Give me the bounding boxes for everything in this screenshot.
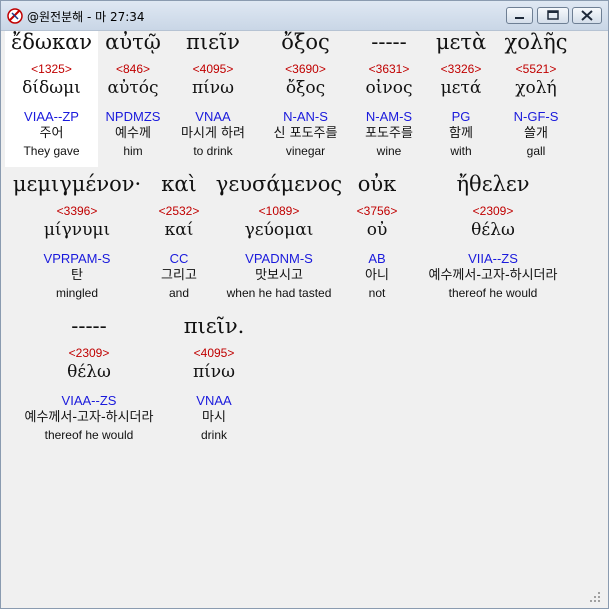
greek-word: γευσάμενος [215, 172, 343, 196]
lemma: μίγνυμι [43, 220, 111, 240]
parsing-code[interactable]: VIAA--ZP [5, 110, 98, 127]
korean-gloss: 탄 [71, 268, 83, 283]
english-gloss: mingled [55, 286, 99, 300]
korean-gloss: 쓸개 [524, 126, 548, 141]
word-block[interactable]: ----- <3631> οἰνος N-AM-S 포도주를 wine [353, 32, 425, 161]
korean-gloss: 신 포도주를 [273, 126, 338, 141]
greek-word: ἤθελεν [456, 172, 530, 196]
english-gloss: to drink [193, 144, 233, 158]
parsing-code[interactable]: VPADNM-S [209, 252, 349, 269]
word-block[interactable]: μετὰ <3326> μετά PG 함께 with [425, 32, 497, 161]
english-gloss: with [450, 144, 472, 158]
maximize-button[interactable] [537, 7, 569, 24]
english-gloss: thereof he would [44, 428, 134, 442]
english-gloss: when he had tasted [226, 286, 332, 300]
korean-gloss: 맛보시고 [255, 268, 303, 283]
parsing-code[interactable]: AB [349, 252, 405, 269]
english-gloss: and [168, 286, 190, 300]
korean-gloss: 마시 [202, 410, 226, 425]
word-block[interactable]: χολῆς <5521> χολή N-GF-S 쓸개 gall [497, 32, 575, 161]
english-gloss: drink [200, 428, 227, 442]
english-gloss: wine [376, 144, 402, 158]
parsing-code[interactable]: VNAA [168, 110, 258, 127]
lemma: γεύομαι [244, 220, 314, 240]
korean-gloss: 주어 [39, 126, 64, 141]
greek-word: ----- [371, 30, 407, 54]
korean-gloss: 마시게 하려 [181, 126, 245, 141]
app-logo-icon [7, 8, 23, 24]
korean-gloss: 그리고 [161, 268, 197, 283]
word-block[interactable]: οὐκ <3756> οὐ AB 아니 not [349, 174, 405, 303]
english-gloss: him [123, 144, 143, 158]
korean-gloss: 함께 [449, 126, 473, 141]
korean-gloss: 아니 [365, 268, 389, 283]
lemma: θέλω [67, 362, 111, 382]
korean-gloss: 포도주를 [365, 126, 413, 141]
word-block[interactable]: ----- <2309> θέλω VIAA--ZS 예수께서-고자-하시더라 … [5, 316, 173, 445]
korean-gloss: 예수께 [115, 126, 151, 141]
parsing-code[interactable]: N-AN-S [258, 110, 353, 127]
parsing-code[interactable]: VIIA--ZS [409, 252, 577, 269]
lemma: οὐ [366, 220, 388, 240]
minimize-icon [515, 17, 524, 19]
word-block[interactable]: μεμιγμένον· <3396> μίγνυμι VPRPAM-S 탄 mi… [5, 174, 149, 303]
app-window: @원전분해 - 마 27:34 ἔδωκαν <1325> δίδωμι VIA… [0, 0, 609, 609]
word-block[interactable]: καὶ <2532> καί CC 그리고 and [149, 174, 209, 303]
greek-word: ἔδωκαν [10, 30, 93, 54]
greek-word: μετὰ [435, 30, 487, 54]
english-gloss: not [368, 286, 386, 300]
lemma: καί [164, 220, 194, 240]
parsing-code[interactable]: VIAA--ZS [5, 394, 173, 411]
greek-word: ----- [71, 314, 107, 338]
english-gloss: They gave [23, 144, 80, 158]
maximize-icon [547, 10, 559, 20]
lemma: οἰνος [365, 78, 413, 98]
greek-word: οὐκ [357, 172, 397, 196]
english-gloss: thereof he would [448, 286, 538, 300]
korean-gloss: 예수께서-고자-하시더라 [428, 268, 558, 283]
parsing-code[interactable]: NPDMZS [98, 110, 168, 127]
close-icon [581, 10, 593, 21]
lemma: μετά [440, 78, 482, 98]
lemma: πίνω [191, 78, 235, 98]
word-block[interactable]: ὄξος <3690> ὄξος N-AN-S 신 포도주를 vinegar [258, 32, 353, 161]
english-gloss: gall [526, 144, 546, 158]
greek-word: χολῆς [504, 30, 568, 54]
word-block[interactable]: πιεῖν <4095> πίνω VNAA 마시게 하려 to drink [168, 32, 258, 161]
parsing-code[interactable]: N-AM-S [353, 110, 425, 127]
korean-gloss: 예수께서-고자-하시더라 [24, 410, 154, 425]
parsing-code[interactable]: VNAA [178, 394, 250, 411]
parsing-code[interactable]: N-GF-S [497, 110, 575, 127]
greek-word: πιεῖν. [183, 314, 245, 338]
lemma: χολή [515, 78, 557, 98]
minimize-button[interactable] [506, 7, 533, 24]
greek-word: ὄξος [281, 30, 330, 54]
title-bar[interactable]: @원전분해 - 마 27:34 [1, 1, 608, 31]
interlinear-pane: ἔδωκαν <1325> δίδωμι VIAA--ZP 주어 They ga… [3, 31, 603, 605]
word-block[interactable]: πιεῖν. <4095> πίνω VNAA 마시 drink [178, 316, 250, 445]
greek-word: μεμιγμένον· [12, 172, 142, 196]
resize-grip-icon[interactable] [589, 591, 601, 603]
greek-word: πιεῖν [186, 30, 240, 54]
lemma: ὄξος [285, 78, 326, 98]
close-button[interactable] [572, 7, 602, 24]
lemma: αὐτός [107, 78, 159, 98]
window-title: @원전분해 - 마 27:34 [27, 10, 145, 24]
parsing-code[interactable]: CC [149, 252, 209, 269]
greek-word: καὶ [161, 172, 197, 196]
greek-word: αὐτῷ [105, 30, 161, 54]
word-block[interactable]: ἔδωκαν <1325> δίδωμι VIAA--ZP 주어 They ga… [5, 32, 98, 161]
parsing-code[interactable]: VPRPAM-S [5, 252, 149, 269]
word-block[interactable]: ἤθελεν <2309> θέλω VIIA--ZS 예수께서-고자-하시더라… [409, 174, 577, 303]
word-block[interactable]: γευσάμενος <1089> γεύομαι VPADNM-S 맛보시고 … [209, 174, 349, 303]
word-block[interactable]: αὐτῷ <846> αὐτός NPDMZS 예수께 him [98, 32, 168, 161]
lemma: δίδωμι [22, 78, 81, 98]
english-gloss: vinegar [285, 144, 326, 158]
lemma: πίνω [192, 362, 236, 382]
lemma: θέλω [471, 220, 515, 240]
parsing-code[interactable]: PG [425, 110, 497, 127]
